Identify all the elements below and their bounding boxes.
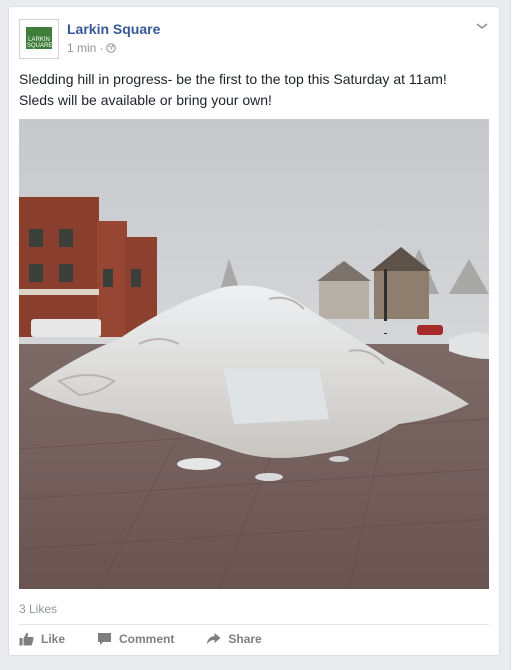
adjacent-column-edge [510,0,517,670]
post-message-line-2: Sleds will be available or bring your ow… [19,92,272,108]
share-button[interactable]: Share [206,632,262,646]
post-meta: 1 min · [67,41,117,55]
comment-label: Comment [119,632,175,646]
avatar-logo-text: LARKIN SQUARE [27,37,53,49]
like-button[interactable]: Like [19,632,65,646]
share-label: Share [228,632,262,646]
chevron-down-icon[interactable] [475,21,489,31]
page-name-link[interactable]: Larkin Square [67,21,160,37]
post-photo-sledding-hill[interactable] [19,119,489,589]
comment-button[interactable]: Comment [97,632,174,646]
meta-separator: · [99,41,104,55]
post-timestamp[interactable]: 1 min [67,41,96,55]
share-arrow-icon [207,633,221,645]
avatar[interactable]: LARKIN SQUARE [19,19,59,59]
comment-bubble-icon [98,633,112,645]
actions-divider [19,624,489,625]
public-globe-icon[interactable] [106,43,117,53]
likes-count-link[interactable]: 3 Likes [19,602,57,616]
post-message: Sledding hill in progress- be the first … [19,69,489,111]
post-card: LARKIN SQUARE Larkin Square 1 min · Sled… [8,6,500,656]
post-actions-bar: Like Comment Share [19,632,294,646]
like-label: Like [41,632,66,646]
post-message-line-1: Sledding hill in progress- be the first … [19,71,447,87]
thumbs-up-icon [19,632,34,646]
